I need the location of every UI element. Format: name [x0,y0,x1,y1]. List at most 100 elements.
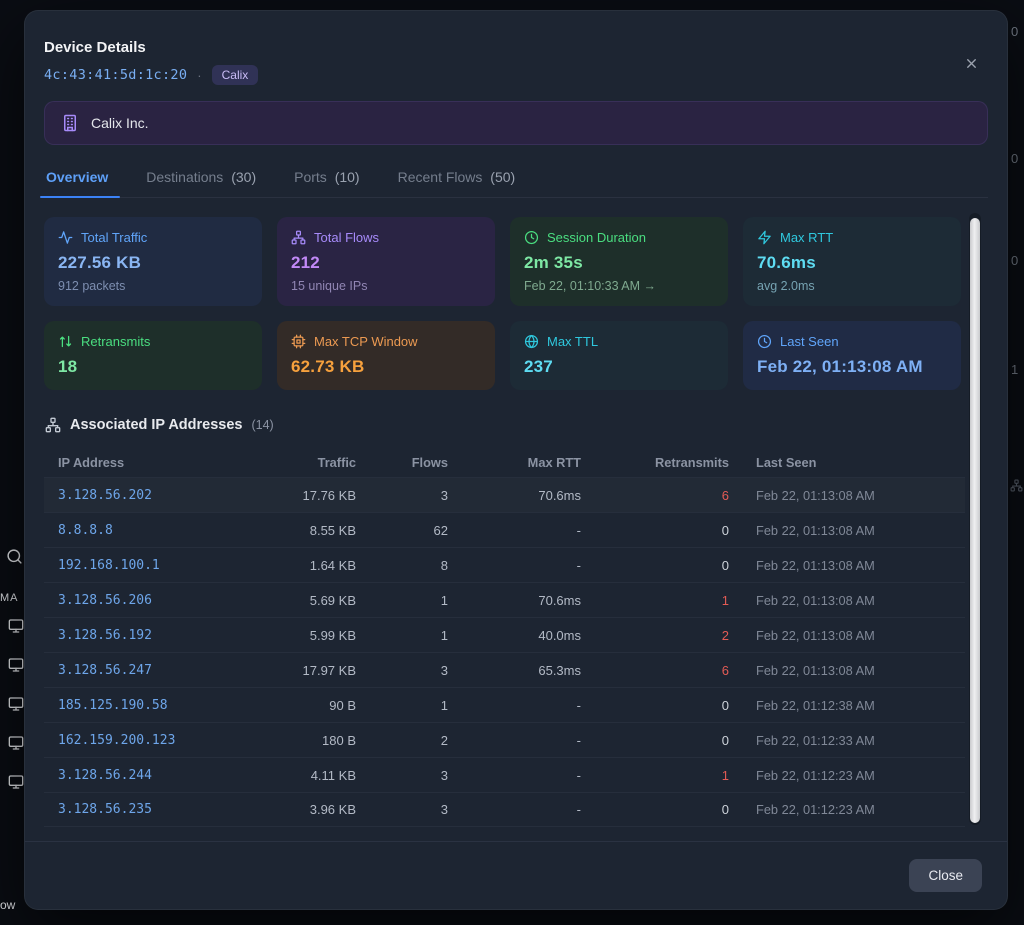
table-row[interactable]: 3.128.56.2353.96 KB3-0Feb 22, 01:12:23 A… [44,792,965,827]
scrollbar-thumb[interactable] [970,218,980,823]
last-seen-value: Feb 22, 01:12:23 AM [729,768,951,783]
modal-title: Device Details [44,39,988,56]
table-row[interactable]: 3.128.56.1925.99 KB140.0ms2Feb 22, 01:13… [44,617,965,652]
traffic-value: 90 B [273,698,356,713]
column-header-max-rtt: Max RTT [448,455,581,470]
max-rtt-value: - [448,698,581,713]
ip-address-link[interactable]: 3.128.56.244 [58,768,273,783]
max-rtt-value: - [448,802,581,817]
search-icon [6,548,23,570]
stat-value: 62.73 KB [291,357,481,377]
table-row[interactable]: 162.159.200.123180 B2-0Feb 22, 01:12:33 … [44,722,965,757]
max-rtt-value: 40.0ms [448,628,581,643]
table-row[interactable]: 185.125.190.5890 B1-0Feb 22, 01:12:38 AM [44,687,965,722]
ip-address-link[interactable]: 3.128.56.247 [58,663,273,678]
max-rtt-value: 65.3ms [448,663,581,678]
network-icon [45,417,61,433]
table-row[interactable]: 3.128.56.2444.11 KB3-1Feb 22, 01:12:23 A… [44,757,965,792]
flows-value: 3 [356,768,448,783]
ip-address-link[interactable]: 3.128.56.202 [58,488,273,503]
network-icon [1010,479,1023,495]
traffic-value: 17.76 KB [273,488,356,503]
table-row[interactable]: 192.168.100.11.64 KB8-0Feb 22, 01:13:08 … [44,547,965,582]
stat-value: 18 [58,357,248,377]
modal-header: Device Details 4c:43:41:5d:1c:20 · Calix [25,11,1007,85]
arrows-up-down-icon [58,334,73,349]
flows-value: 8 [356,558,448,573]
max-rtt-value: - [448,733,581,748]
retransmits-value: 6 [581,488,729,503]
stat-label: Total Flows [314,230,379,245]
retransmits-value: 6 [581,663,729,678]
traffic-value: 3.96 KB [273,802,356,817]
stat-card-total-traffic: Total Traffic227.56 KB912 packets [44,217,262,306]
zap-icon [757,230,772,245]
tab-label: Recent Flows [398,169,483,185]
tab-label: Overview [46,169,108,185]
ip-address-link[interactable]: 3.128.56.192 [58,628,273,643]
background-table-value: 0 [1011,151,1018,166]
tab-overview[interactable]: Overview [44,169,110,197]
column-header-flows: Flows [356,455,448,470]
last-seen-value: Feb 22, 01:13:08 AM [729,558,951,573]
device-monitor-icon [8,657,24,678]
last-seen-value: Feb 22, 01:12:38 AM [729,698,951,713]
stat-card-max-ttl: Max TTL237 [510,321,728,390]
traffic-value: 8.55 KB [273,523,356,538]
scrollbar[interactable] [969,213,981,825]
ip-address-link[interactable]: 162.159.200.123 [58,733,273,748]
section-title: Associated IP Addresses [70,417,242,433]
background-table-value: 0 [1011,24,1018,39]
stat-label: Max TTL [547,334,598,349]
device-monitor-icon [8,774,24,795]
flows-value: 3 [356,488,448,503]
ip-address-link[interactable]: 185.125.190.58 [58,698,273,713]
tab-label: Destinations [146,169,223,185]
tab-destinations[interactable]: Destinations (30) [144,169,258,197]
background-table-value: 1 [1011,362,1018,377]
column-header-last-seen: Last Seen [729,455,951,470]
close-icon[interactable] [961,53,981,73]
stat-card-total-flows: Total Flows21215 unique IPs [277,217,495,306]
max-rtt-value: - [448,523,581,538]
traffic-value: 17.97 KB [273,663,356,678]
stat-card-max-tcp-window: Max TCP Window62.73 KB [277,321,495,390]
flows-value: 3 [356,802,448,817]
tab-count: (10) [335,169,360,185]
last-seen-value: Feb 22, 01:13:08 AM [729,488,951,503]
tab-bar: Overview Destinations (30) Ports (10) Recen… [44,169,988,198]
tab-recent-flows[interactable]: Recent Flows (50) [396,169,518,197]
max-rtt-value: - [448,768,581,783]
stat-subtext: Feb 22, 01:10:33 AM → [524,279,714,293]
table-row[interactable]: 8.8.8.88.55 KB62-0Feb 22, 01:13:08 AM [44,512,965,547]
max-rtt-value: - [448,558,581,573]
cpu-icon [291,334,306,349]
max-rtt-value: 70.6ms [448,593,581,608]
ip-address-link[interactable]: 3.128.56.206 [58,593,273,608]
associated-ips-section-header: Associated IP Addresses (14) [44,417,988,433]
tab-ports[interactable]: Ports (10) [292,169,361,197]
close-button[interactable]: Close [909,859,982,892]
dot-separator: · [197,68,201,83]
background-text-fragment: ow [0,898,15,912]
ip-address-link[interactable]: 8.8.8.8 [58,523,273,538]
ip-address-link[interactable]: 192.168.100.1 [58,558,273,573]
table-header-row: IP Address Traffic Flows Max RTT Retrans… [44,447,965,477]
stat-label: Total Traffic [81,230,147,245]
table-row[interactable]: 3.128.56.24717.97 KB365.3ms6Feb 22, 01:1… [44,652,965,687]
stat-card-session-duration: Session Duration2m 35sFeb 22, 01:10:33 A… [510,217,728,306]
traffic-value: 5.69 KB [273,593,356,608]
device-monitor-icon [8,618,24,639]
retransmits-value: 2 [581,628,729,643]
stat-subtext: 15 unique IPs [291,279,481,293]
last-seen-value: Feb 22, 01:13:08 AM [729,663,951,678]
stat-value: Feb 22, 01:13:08 AM [757,357,947,377]
stat-cards-grid: Total Traffic227.56 KB912 packetsTotal F… [44,217,961,390]
table-row[interactable]: 3.128.56.2065.69 KB170.6ms1Feb 22, 01:13… [44,582,965,617]
table-row[interactable]: 3.128.56.20217.76 KB370.6ms6Feb 22, 01:1… [44,477,965,512]
network-icon [291,230,306,245]
section-count: (14) [251,418,273,432]
flows-value: 1 [356,698,448,713]
ip-address-link[interactable]: 3.128.56.235 [58,802,273,817]
column-header-ip: IP Address [58,455,273,470]
